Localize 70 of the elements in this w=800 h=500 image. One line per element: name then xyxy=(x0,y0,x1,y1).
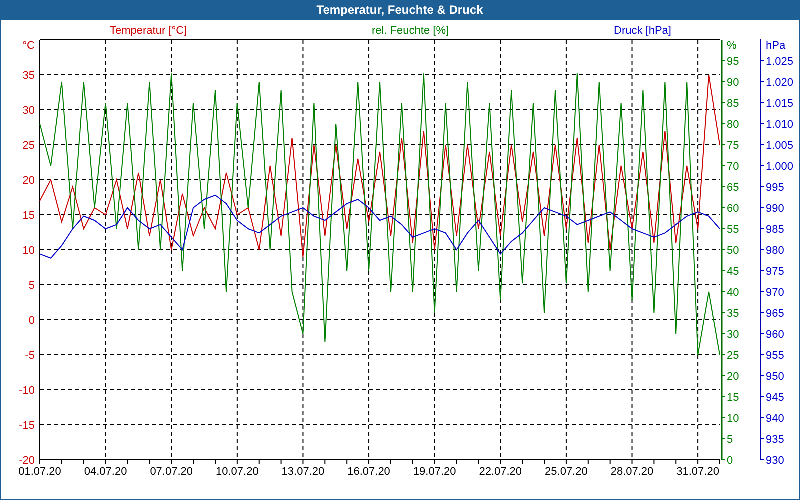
axis-label: 990 xyxy=(766,203,784,215)
axis-label: 1.025 xyxy=(766,56,794,68)
axis-label: 31.07.20 xyxy=(676,466,720,478)
axis-label: 970 xyxy=(766,287,784,299)
axis-label: 10 xyxy=(22,245,35,257)
axis-label: 935 xyxy=(766,434,784,446)
axis-label: 1.020 xyxy=(766,77,794,89)
axis-label: -5 xyxy=(25,350,35,362)
axis-label: -15 xyxy=(19,420,35,432)
axis-label: 10.07.20 xyxy=(216,466,259,478)
axis-label: 30 xyxy=(727,329,740,341)
axis-label: 22.07.20 xyxy=(479,466,522,478)
axis-label: 945 xyxy=(766,392,784,404)
axis-label: 35 xyxy=(22,70,35,82)
axis-label: 30 xyxy=(22,105,35,117)
axis-label: 45 xyxy=(727,266,740,278)
axis-label: 80 xyxy=(727,119,740,131)
axis-label: 15 xyxy=(727,392,740,404)
axis-label: 10 xyxy=(727,413,740,425)
axis-label: 40 xyxy=(727,287,740,299)
window-title: Temperatur, Feuchte & Druck xyxy=(316,2,484,19)
axis-label: 70 xyxy=(727,161,740,173)
axis-label: 13.07.20 xyxy=(282,466,325,478)
axis-label: 28.07.20 xyxy=(610,466,654,478)
chart-title: rel. Feuchte [%] xyxy=(372,25,450,37)
axis-label: 0 xyxy=(28,315,35,327)
axis-label: 20 xyxy=(22,175,35,187)
axis-label: 930 xyxy=(766,455,784,467)
axis-label: 55 xyxy=(727,224,740,236)
axis-label: 1.010 xyxy=(766,119,794,131)
axis-unit: % xyxy=(727,40,737,52)
axis-label: 35 xyxy=(727,308,740,320)
axis-label: 19.07.20 xyxy=(413,466,456,478)
axis-label: -20 xyxy=(19,455,35,467)
chart-title: Druck [hPa] xyxy=(614,25,672,37)
axis-label: 950 xyxy=(766,371,784,383)
axis-label: 1.005 xyxy=(766,140,794,152)
axis-unit: hPa xyxy=(766,40,786,52)
axis-label: 25 xyxy=(22,140,35,152)
axis-label: 965 xyxy=(766,308,784,320)
axis-label: 85 xyxy=(727,98,740,110)
axis-label: 75 xyxy=(727,140,740,152)
axis-unit: °C xyxy=(22,40,35,52)
axis-label: 995 xyxy=(766,182,784,194)
axis-label: 5 xyxy=(727,434,734,446)
axis-label: 60 xyxy=(727,203,740,215)
axis-label: -10 xyxy=(19,385,35,397)
axis-label: 01.07.20 xyxy=(18,466,62,478)
axis-label: 20 xyxy=(727,371,740,383)
axis-label: 65 xyxy=(727,182,740,194)
axis-label: 50 xyxy=(727,245,740,257)
axis-label: 25 xyxy=(727,350,740,362)
axis-label: 980 xyxy=(766,245,784,257)
axis-label: 15 xyxy=(22,210,35,222)
axis-label: 07.07.20 xyxy=(150,466,194,478)
axis-label: 985 xyxy=(766,224,784,236)
axis-label: 0 xyxy=(727,455,734,467)
axis-label: 975 xyxy=(766,266,784,278)
axis-label: 25.07.20 xyxy=(545,466,588,478)
axis-label: 1.015 xyxy=(766,98,794,110)
axis-label: 960 xyxy=(766,329,784,341)
axis-label: 04.07.20 xyxy=(84,466,128,478)
axis-label: 16.07.20 xyxy=(348,466,390,478)
axis-label: 90 xyxy=(727,77,740,89)
axis-label: 5 xyxy=(28,280,35,292)
axis-label: 955 xyxy=(766,350,784,362)
axis-label: 1.000 xyxy=(766,161,794,173)
axis-label: 95 xyxy=(727,56,740,68)
chart-title: Temperatur [°C] xyxy=(110,25,188,37)
axis-label: 940 xyxy=(766,413,784,425)
